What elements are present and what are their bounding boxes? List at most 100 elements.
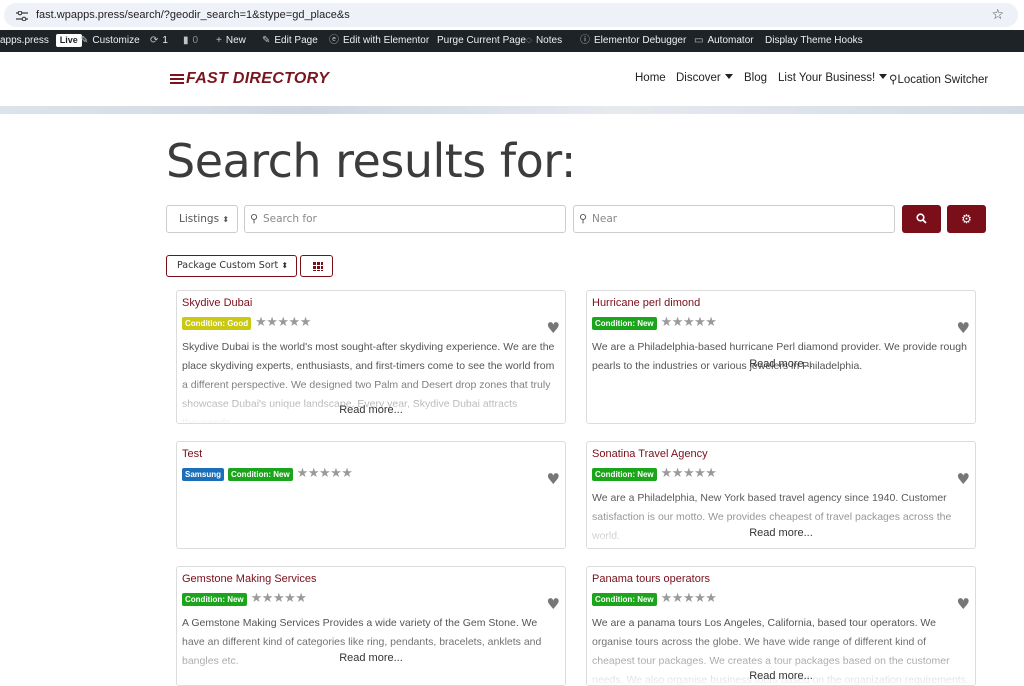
caret-down-icon xyxy=(879,74,888,79)
admin-edit-page[interactable]: ✎ Edit Page xyxy=(262,30,318,52)
badge: Condition: New xyxy=(182,593,247,606)
badge: Condition: New xyxy=(228,468,293,481)
read-more-link[interactable]: Read more... xyxy=(587,527,975,539)
sort-label: Package Custom Sort xyxy=(177,260,279,271)
map-background xyxy=(0,106,1024,114)
nav-list-business-label: List Your Business! xyxy=(778,72,876,84)
text-fade xyxy=(587,496,975,548)
advanced-search-button[interactable]: ⚙ xyxy=(947,205,986,233)
browser-toolbar: fast.wpapps.press/search/?geodir_search=… xyxy=(0,0,1024,30)
badge: Condition: New xyxy=(592,593,657,606)
pencil-icon: ✎ xyxy=(262,35,271,46)
listing-card[interactable]: Skydive Dubai Condition: Good ★★★★★ ♥ Skydiv… xyxy=(176,290,566,424)
nav-location-label: Location Switcher xyxy=(897,74,989,86)
listing-title[interactable]: Test xyxy=(182,448,202,460)
nav-blog[interactable]: Blog xyxy=(744,72,767,84)
admin-new[interactable]: + New xyxy=(216,30,246,52)
live-badge: Live xyxy=(55,34,82,47)
listing-title[interactable]: Skydive Dubai xyxy=(182,297,252,309)
updates-icon: ⟳ xyxy=(150,35,159,46)
badge-row: Condition: New ★★★★★ xyxy=(592,591,717,607)
favorite-heart-icon[interactable]: ♥ xyxy=(547,595,560,613)
listing-card[interactable]: Sonatina Travel Agency Condition: New ★★★★… xyxy=(586,441,976,549)
rating-stars[interactable]: ★★★★★ xyxy=(297,466,353,481)
nav-location-switcher[interactable]: ⚲Location Switcher xyxy=(889,72,988,86)
read-more-link[interactable]: Read more... xyxy=(177,404,565,416)
url-text[interactable]: fast.wpapps.press/search/?geodir_search=… xyxy=(36,9,350,21)
read-more-link[interactable]: Read more... xyxy=(177,652,565,664)
listing-card[interactable]: Panama tours operators Condition: New ★★★★… xyxy=(586,566,976,686)
bookmark-star-icon[interactable]: ☆ xyxy=(991,7,1004,23)
listing-type-value: Listings xyxy=(179,213,220,225)
badge: Condition: Good xyxy=(182,317,252,330)
admin-site-link[interactable]: apps.press Live xyxy=(0,30,82,52)
comment-icon: ▮ xyxy=(183,35,189,46)
search-icon: ⚲ xyxy=(250,212,259,225)
plus-icon: + xyxy=(216,35,222,46)
nav-discover-label: Discover xyxy=(676,72,721,84)
customize-label: Customize xyxy=(92,35,140,46)
search-icon xyxy=(916,213,927,224)
badge-row: Condition: New ★★★★★ xyxy=(592,466,717,482)
admin-purge[interactable]: Purge Current Page xyxy=(437,30,526,52)
grid-icon xyxy=(313,262,323,271)
read-more-link[interactable]: Read more... xyxy=(587,670,975,682)
gear-icon: ⚙ xyxy=(961,212,972,226)
rating-stars[interactable]: ★★★★★ xyxy=(661,591,717,606)
badge-row: Condition: New ★★★★★ xyxy=(592,315,717,331)
text-fade xyxy=(587,371,975,423)
read-more-link[interactable]: Read more... xyxy=(587,358,975,370)
sort-select[interactable]: Package Custom Sort ⬍ xyxy=(166,255,297,277)
address-bar[interactable]: fast.wpapps.press/search/?geodir_search=… xyxy=(4,3,1018,27)
listing-title[interactable]: Sonatina Travel Agency xyxy=(592,448,708,460)
favorite-heart-icon[interactable]: ♥ xyxy=(547,319,560,337)
listing-title[interactable]: Hurricane perl dimond xyxy=(592,297,700,309)
rating-stars[interactable]: ★★★★★ xyxy=(661,466,717,481)
site-settings-icon[interactable] xyxy=(16,11,28,21)
favorite-heart-icon[interactable]: ♥ xyxy=(547,470,560,488)
listing-title[interactable]: Panama tours operators xyxy=(592,573,710,585)
search-input[interactable]: ⚲ Search for xyxy=(244,205,566,233)
edit-elementor-label: Edit with Elementor xyxy=(343,35,430,46)
badge: Condition: New xyxy=(592,468,657,481)
search-button[interactable] xyxy=(902,205,941,233)
elementor-icon: ⓔ xyxy=(329,35,339,46)
admin-notes[interactable]: ◌ Notes xyxy=(526,30,562,52)
theme-hooks-label: Display Theme Hooks xyxy=(765,35,863,46)
sort-arrows-icon: ⬍ xyxy=(222,215,230,224)
edit-page-label: Edit Page xyxy=(274,35,318,46)
admin-site-name: apps.press xyxy=(0,35,49,46)
admin-debugger[interactable]: ⓘ Elementor Debugger xyxy=(580,30,686,52)
favorite-heart-icon[interactable]: ♥ xyxy=(957,319,970,337)
listing-type-select[interactable]: Listings ⬍ xyxy=(166,205,238,233)
site-logo[interactable]: FAST DIRECTORY xyxy=(170,70,329,88)
nav-list-business[interactable]: List Your Business! xyxy=(778,72,888,84)
favorite-heart-icon[interactable]: ♥ xyxy=(957,595,970,613)
nav-discover[interactable]: Discover xyxy=(676,72,733,84)
sort-arrows-icon: ⬍ xyxy=(281,261,289,270)
admin-theme-hooks[interactable]: Display Theme Hooks xyxy=(765,30,863,52)
listing-title[interactable]: Gemstone Making Services xyxy=(182,573,317,585)
admin-customize[interactable]: ✎ Customize xyxy=(80,30,140,52)
site-header: FAST DIRECTORY Home Discover Blog List Y… xyxy=(0,52,1024,108)
nav-home[interactable]: Home xyxy=(635,72,666,84)
admin-comments[interactable]: ▮ 0 xyxy=(183,30,198,52)
grid-view-button[interactable] xyxy=(300,255,333,277)
listing-card[interactable]: Test Samsung Condition: New ★★★★★ ♥ xyxy=(176,441,566,549)
listing-card[interactable]: Gemstone Making Services Condition: New ★★… xyxy=(176,566,566,686)
admin-updates[interactable]: ⟳ 1 xyxy=(150,30,168,52)
map-marker-icon: ⚲ xyxy=(579,212,588,225)
admin-edit-elementor[interactable]: ⓔ Edit with Elementor xyxy=(329,30,429,52)
rating-stars[interactable]: ★★★★★ xyxy=(661,315,717,330)
caret-down-icon xyxy=(724,74,733,79)
badge-row: Samsung Condition: New ★★★★★ xyxy=(182,466,353,482)
favorite-heart-icon[interactable]: ♥ xyxy=(957,470,970,488)
near-placeholder: Near xyxy=(592,213,618,225)
admin-automator[interactable]: ▭ Automator xyxy=(694,30,754,52)
rating-stars[interactable]: ★★★★★ xyxy=(255,315,311,330)
updates-count: 1 xyxy=(162,35,168,46)
listing-card[interactable]: Hurricane perl dimond Condition: New ★★★★★… xyxy=(586,290,976,424)
near-input[interactable]: ⚲ Near xyxy=(573,205,895,233)
rating-stars[interactable]: ★★★★★ xyxy=(251,591,307,606)
badge: Condition: New xyxy=(592,317,657,330)
